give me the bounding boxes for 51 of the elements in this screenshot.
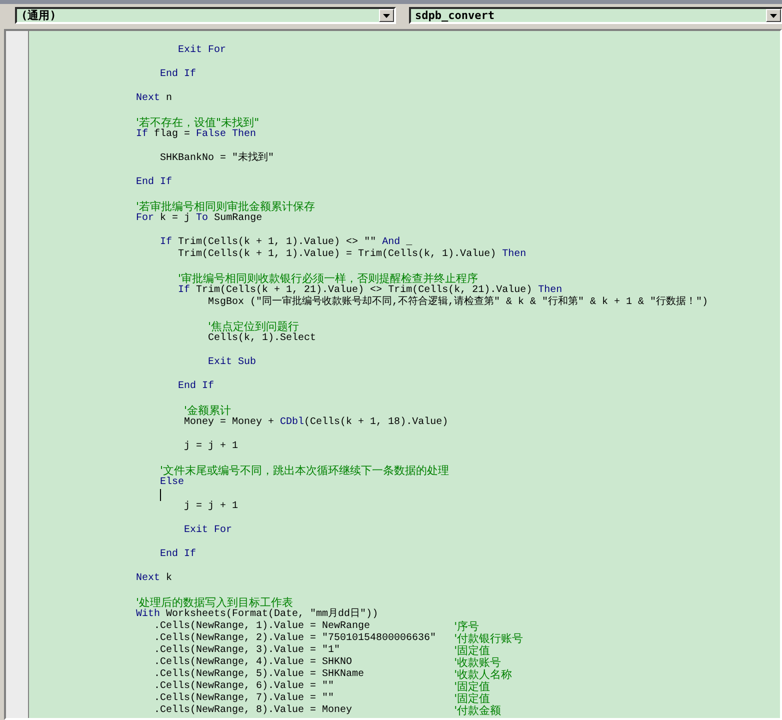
code-comment: '收款人名称 (454, 669, 512, 681)
code-comment: '固定值 (454, 681, 490, 693)
code-comment: '固定值 (454, 645, 490, 657)
code-comment: '处理后的数据写入到目标工作表 (136, 597, 294, 609)
code-line: Money = Money + CDbl(Cells(k + 1, 18).Value) (184, 417, 448, 429)
code-line: SHKBankNo = "未找到" (160, 153, 274, 165)
code-line: .Cells(NewRange, 2).Value = "75010154800006636" (154, 633, 438, 644)
code-line: .Cells(NewRange, 6).Value = "" (154, 681, 336, 692)
code-line: Exit For (178, 45, 226, 57)
code-line: Next k (136, 573, 172, 585)
code-comment: '付款金额 (454, 705, 502, 717)
code-line: Next n (136, 93, 172, 105)
code-comment: '审批编号相同则收款银行必须一样，否则提醒检查并终止程序 (178, 273, 478, 285)
code-line: For k = j To SumRange (136, 213, 262, 225)
code-line: j = j + 1 (184, 501, 238, 513)
code-line: Exit Sub (208, 357, 256, 369)
code-comment: '文件末尾或编号不同，跳出本次循环继续下一条数据的处理 (160, 465, 450, 477)
code-line: .Cells(NewRange, 1).Value = NewRange (154, 621, 372, 632)
code-comment: '若不存在，设值"未找到" (136, 117, 260, 129)
code-line: MsgBox ("同一审批编号收款账号却不同,不符合逻辑,请检查第" & k & "行和第" & k + 1 & "行数据！") (208, 297, 708, 309)
code-line: If Trim(Cells(k + 1, 21).Value) <> Trim(Cells(k, 21).Value) Then (178, 285, 562, 296)
text-cursor (160, 489, 162, 501)
code-line: j = j + 1 (184, 441, 238, 453)
code-line: With Worksheets(Format(Date, "mm月dd日")) (136, 609, 378, 620)
code-comment: '金额累计 (184, 405, 232, 417)
code-line: End If (160, 69, 196, 81)
code-line: .Cells(NewRange, 3).Value = "1" (154, 645, 342, 656)
code-editor[interactable] (29, 31, 780, 718)
code-comment: '焦点定位到问题行 (208, 321, 300, 333)
code-line: End If (160, 549, 196, 561)
code-line: Trim(Cells(k + 1, 1).Value) = Trim(Cells(k, 1).Value) Then (178, 249, 526, 261)
code-line: If Trim(Cells(k + 1, 1).Value) <> "" And _ (160, 237, 412, 248)
code-line: .Cells(NewRange, 8).Value = Money (154, 705, 354, 717)
code-line: .Cells(NewRange, 7).Value = "" (154, 693, 336, 704)
code-line: Else (160, 477, 184, 489)
object-dropdown[interactable]: (通用) (15, 7, 396, 24)
procedure-dropdown[interactable]: sdpb_convert (409, 7, 782, 24)
code-comment: '若审批编号相同则审批金额累计保存 (136, 201, 316, 213)
code-comment: '付款银行账号 (454, 633, 524, 645)
code-line: End If (178, 381, 214, 393)
code-line: Exit For (184, 525, 232, 537)
code-line: .Cells(NewRange, 4).Value = SHKNO (154, 657, 354, 668)
code-comment: '收款账号 (454, 657, 502, 669)
code-comment: '序号 (454, 621, 480, 633)
code-line: End If (136, 177, 172, 189)
code-line: If flag = False Then (136, 129, 256, 141)
code-line: .Cells(NewRange, 5).Value = SHKName (154, 669, 366, 680)
dropdown-arrow-icon (383, 14, 390, 18)
code-line: Cells(k, 1).Select (208, 333, 316, 345)
dropdown-arrow-icon (770, 14, 777, 18)
code-comment: '固定值 (454, 693, 490, 705)
